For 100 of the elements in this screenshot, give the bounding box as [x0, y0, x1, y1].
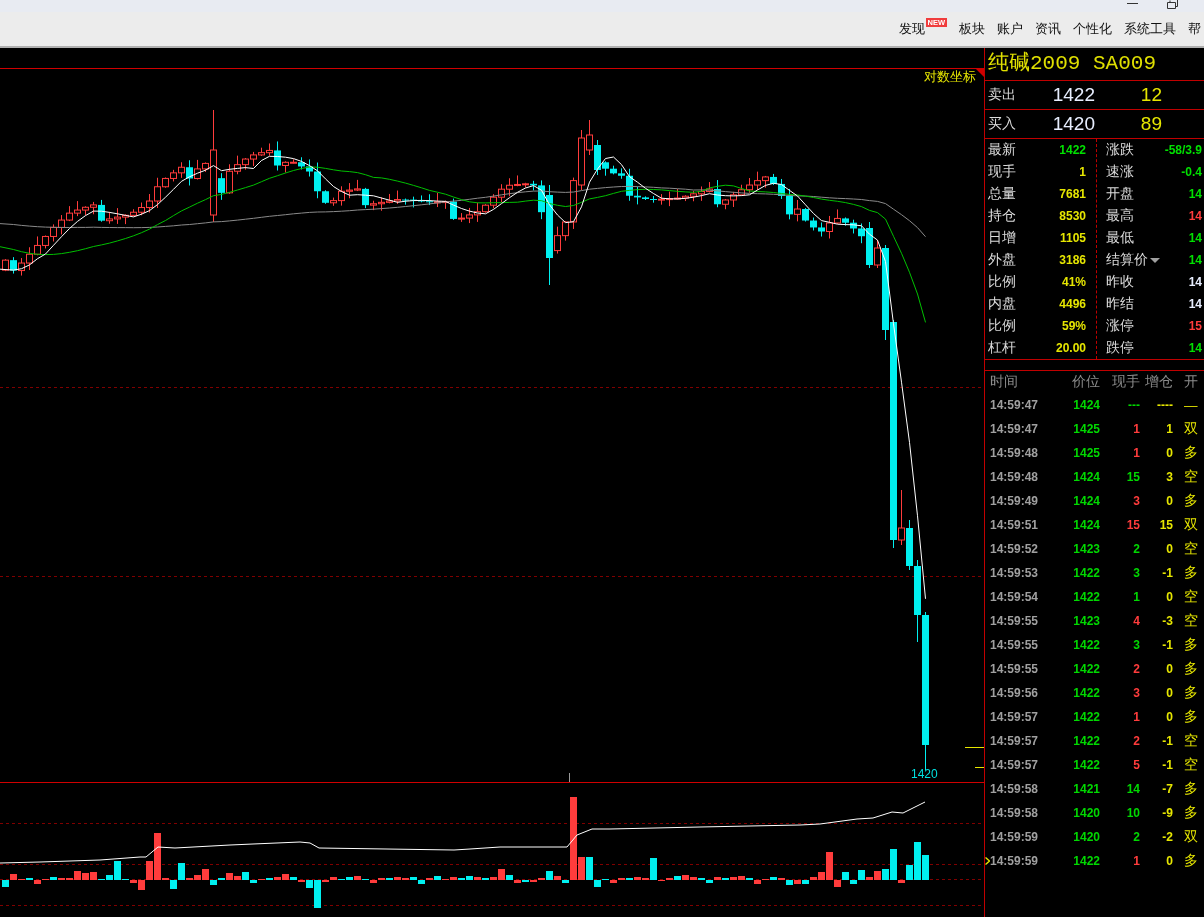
stat-label: 开盘 — [1106, 185, 1134, 203]
caret-icon[interactable] — [1150, 257, 1160, 263]
tick-oi-change: -1 — [1161, 734, 1173, 748]
menu-item[interactable]: 系统工具 — [1124, 21, 1176, 37]
tick-oi-change: 0 — [1165, 686, 1173, 700]
tick-volume: 3 — [1132, 638, 1140, 652]
tick-type: 多 — [1183, 660, 1199, 678]
quote-price: 1422 — [1051, 84, 1095, 106]
stat-value: 14 — [1188, 209, 1202, 223]
tick-type: 多 — [1183, 804, 1199, 822]
stat-value: 3186 — [1059, 253, 1086, 267]
quote-volume: 12 — [1139, 84, 1162, 106]
tick-oi-change: 0 — [1165, 542, 1173, 556]
tick-price: 1422 — [1072, 590, 1100, 604]
tick-time: 14:59:56 — [989, 686, 1040, 700]
tick-oi-change: 1 — [1165, 422, 1173, 436]
tick-time: 14:59:48 — [989, 446, 1040, 460]
stat-value: 14 — [1188, 341, 1202, 355]
tick-volume: 2 — [1132, 734, 1140, 748]
menu-item[interactable]: 板块 — [959, 21, 985, 37]
stat-value: 4496 — [1059, 297, 1086, 311]
tick-oi-change: 0 — [1165, 662, 1173, 676]
tick-time: 14:59:59 — [989, 830, 1040, 844]
tick-oi-change: 0 — [1165, 590, 1173, 604]
tick-time: 14:59:57 — [989, 710, 1040, 724]
tick-volume: 2 — [1132, 662, 1140, 676]
tick-oi-change: 0 — [1165, 446, 1173, 460]
tick-price: 1423 — [1072, 614, 1100, 628]
stat-label: 比例 — [988, 273, 1016, 291]
tick-price: 1422 — [1072, 710, 1100, 724]
menu-item[interactable]: 账户 — [997, 21, 1023, 37]
stat-label: 最高 — [1106, 207, 1134, 225]
tick-price: 1420 — [1072, 830, 1100, 844]
tick-oi-change: -7 — [1161, 782, 1173, 796]
tick-volume: 1 — [1132, 710, 1140, 724]
tick-price: 1422 — [1072, 758, 1100, 772]
stat-label: 杠杆 — [988, 339, 1016, 357]
tick-volume: 1 — [1132, 854, 1140, 868]
tick-oi-change: ---- — [1156, 398, 1173, 412]
stat-label: 最新 — [988, 141, 1016, 159]
quote-label: 卖出 — [987, 86, 1017, 104]
menu-item[interactable]: 帮 — [1188, 21, 1201, 37]
tick-type: 空 — [1183, 612, 1199, 630]
stat-label: 速涨 — [1106, 163, 1134, 181]
tick-volume: 3 — [1132, 494, 1140, 508]
tick-oi-change: 0 — [1165, 494, 1173, 508]
tick-type: 多 — [1183, 684, 1199, 702]
stat-value: -0.4 — [1181, 165, 1202, 179]
stat-label: 持仓 — [988, 207, 1016, 225]
tick-price: 1422 — [1072, 734, 1100, 748]
tick-price: 1422 — [1072, 566, 1100, 580]
tick-volume: 2 — [1132, 542, 1140, 556]
tick-volume: 2 — [1132, 830, 1140, 844]
menu-item[interactable]: 资讯 — [1035, 21, 1061, 37]
tick-time: 14:59:47 — [989, 398, 1040, 412]
tick-oi-change: -9 — [1161, 806, 1173, 820]
column-header: 增仓 — [1144, 373, 1173, 391]
tick-price: 1425 — [1072, 422, 1100, 436]
tick-price: 1424 — [1072, 470, 1100, 484]
tick-time: 14:59:58 — [989, 806, 1040, 820]
tick-oi-change: -1 — [1161, 758, 1173, 772]
tick-time: 14:59:57 — [989, 734, 1040, 748]
stat-label: 最低 — [1106, 229, 1134, 247]
tick-oi-change: -1 — [1161, 566, 1173, 580]
tick-time: 14:59:52 — [989, 542, 1040, 556]
stat-value: 1422 — [1059, 143, 1086, 157]
stat-value: 59% — [1061, 319, 1086, 333]
tick-type: 多 — [1183, 492, 1199, 510]
tick-type: 多 — [1183, 708, 1199, 726]
tick-time: 14:59:48 — [989, 470, 1040, 484]
tick-time: 14:59:59 — [989, 854, 1040, 868]
stat-label: 日增 — [988, 229, 1016, 247]
tick-type: 空 — [1183, 756, 1199, 774]
tick-time: 14:59:54 — [989, 590, 1040, 604]
scale-toggle[interactable]: 对数坐标 — [924, 70, 976, 84]
tick-volume: 1 — [1132, 422, 1140, 436]
tick-volume: 3 — [1132, 686, 1140, 700]
tick-volume: 3 — [1132, 566, 1140, 580]
stat-label: 昨收 — [1106, 273, 1134, 291]
tick-price: 1421 — [1072, 782, 1100, 796]
stat-label: 涨停 — [1106, 317, 1134, 335]
menu-item[interactable]: 个性化 — [1073, 21, 1112, 37]
tick-price: 1420 — [1072, 806, 1100, 820]
tick-price: 1422 — [1072, 662, 1100, 676]
stat-value: 1 — [1079, 165, 1086, 179]
tick-time: 14:59:57 — [989, 758, 1040, 772]
stat-label: 昨结 — [1106, 295, 1134, 313]
tick-price: 1424 — [1072, 398, 1100, 412]
tick-time: 14:59:55 — [989, 662, 1040, 676]
tick-type: 空 — [1183, 468, 1199, 486]
tick-oi-change: 15 — [1158, 518, 1173, 532]
column-header: 价位 — [1071, 373, 1100, 391]
stat-label: 总量 — [988, 185, 1016, 203]
tick-time: 14:59:47 — [989, 422, 1040, 436]
tick-volume: 14 — [1125, 782, 1140, 796]
tick-oi-change: -1 — [1161, 638, 1173, 652]
tick-price: 1423 — [1072, 542, 1100, 556]
quote-volume: 89 — [1139, 113, 1162, 135]
tick-time: 14:59:51 — [989, 518, 1040, 532]
restore-icon[interactable] — [1167, 0, 1178, 9]
